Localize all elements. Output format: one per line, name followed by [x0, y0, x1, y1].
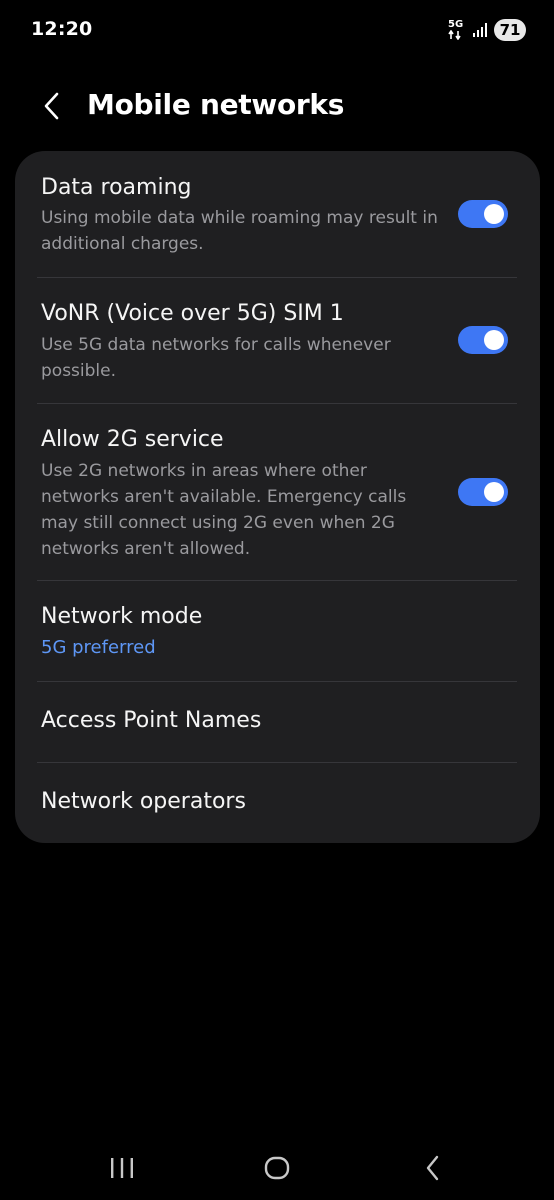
setting-description: Use 2G networks in areas where other net…	[41, 461, 407, 559]
chevron-left-icon	[44, 92, 59, 120]
status-icons: 5G 71	[448, 18, 526, 42]
data-roaming-toggle[interactable]	[458, 200, 508, 228]
battery-level-badge: 71	[494, 19, 526, 41]
setting-allow-2g[interactable]: Allow 2G service Use 2G networks in area…	[15, 404, 540, 580]
back-button[interactable]	[32, 86, 72, 126]
toggle-knob	[484, 482, 504, 502]
toggle-knob	[484, 204, 504, 224]
recent-apps-button[interactable]	[102, 1154, 142, 1182]
setting-access-point-names[interactable]: Access Point Names	[15, 682, 540, 762]
network-5g-icon: 5G	[448, 19, 466, 41]
setting-title: Data roaming	[41, 175, 192, 200]
network-type-label: 5G	[448, 19, 464, 30]
recent-apps-icon	[111, 1158, 133, 1178]
setting-title: VoNR (Voice over 5G) SIM 1	[41, 301, 344, 326]
setting-network-mode[interactable]: Network mode 5G preferred	[15, 581, 540, 681]
home-icon	[264, 1156, 290, 1180]
nav-back-button[interactable]	[413, 1154, 453, 1182]
vonr-toggle[interactable]	[458, 326, 508, 354]
setting-title: Network mode	[41, 604, 203, 629]
page-title: Mobile networks	[87, 88, 345, 121]
toggle-knob	[484, 330, 504, 350]
signal-strength-icon	[473, 23, 487, 37]
setting-vonr[interactable]: VoNR (Voice over 5G) SIM 1 Use 5G data n…	[15, 278, 540, 404]
setting-title: Network operators	[41, 789, 246, 814]
data-arrows-icon	[448, 30, 461, 40]
setting-data-roaming[interactable]: Data roaming Using mobile data while roa…	[15, 151, 540, 277]
home-button[interactable]	[257, 1154, 297, 1182]
setting-description: Use 5G data networks for calls whenever …	[41, 335, 391, 381]
page-header: Mobile networks	[0, 78, 554, 134]
settings-card: Data roaming Using mobile data while roa…	[15, 151, 540, 843]
status-time: 12:20	[31, 18, 93, 40]
network-mode-value: 5G preferred	[41, 637, 156, 658]
back-icon	[426, 1155, 439, 1181]
status-bar: 12:20 5G 71	[0, 0, 554, 60]
setting-title: Allow 2G service	[41, 427, 224, 452]
setting-title: Access Point Names	[41, 708, 262, 733]
setting-network-operators[interactable]: Network operators	[15, 763, 540, 843]
setting-description: Using mobile data while roaming may resu…	[41, 208, 438, 254]
system-nav-bar	[0, 1140, 554, 1196]
allow-2g-toggle[interactable]	[458, 478, 508, 506]
